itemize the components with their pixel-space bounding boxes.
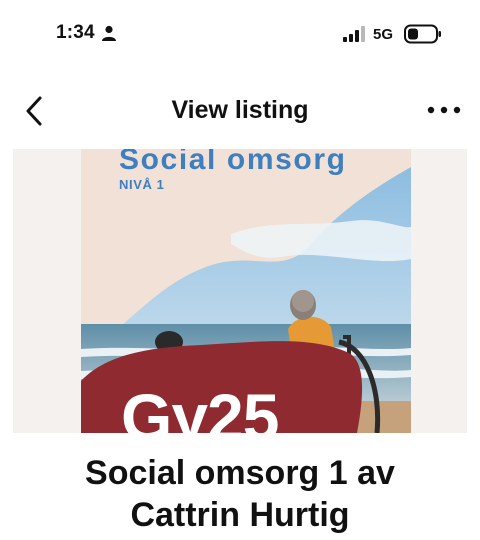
book-code: Gy25 bbox=[121, 380, 279, 433]
book-cover: Social omsorg NIVÅ 1 Gy25 bbox=[81, 149, 411, 433]
more-options-button[interactable] bbox=[422, 100, 466, 120]
nav-bar: View listing bbox=[0, 86, 480, 136]
battery-icon bbox=[404, 24, 441, 44]
network-label: 5G bbox=[373, 26, 394, 43]
listing-title: Social omsorg 1 av Cattrin Hurtig bbox=[0, 452, 480, 536]
book-level: NIVÅ 1 bbox=[119, 177, 165, 192]
status-time: 1:34 bbox=[56, 22, 95, 43]
signal-icon bbox=[343, 26, 365, 42]
listing-title-line-1: Social omsorg 1 av bbox=[85, 454, 395, 492]
book-series-title: Social omsorg bbox=[119, 149, 347, 176]
listing-title-line-2: Cattrin Hurtig bbox=[130, 496, 350, 534]
more-horizontal-icon bbox=[427, 106, 461, 114]
person-icon bbox=[102, 25, 116, 41]
page-title: View listing bbox=[171, 96, 309, 124]
status-bar: 1:34 5G bbox=[0, 0, 480, 70]
listing-image[interactable]: Social omsorg NIVÅ 1 Gy25 bbox=[13, 149, 467, 433]
